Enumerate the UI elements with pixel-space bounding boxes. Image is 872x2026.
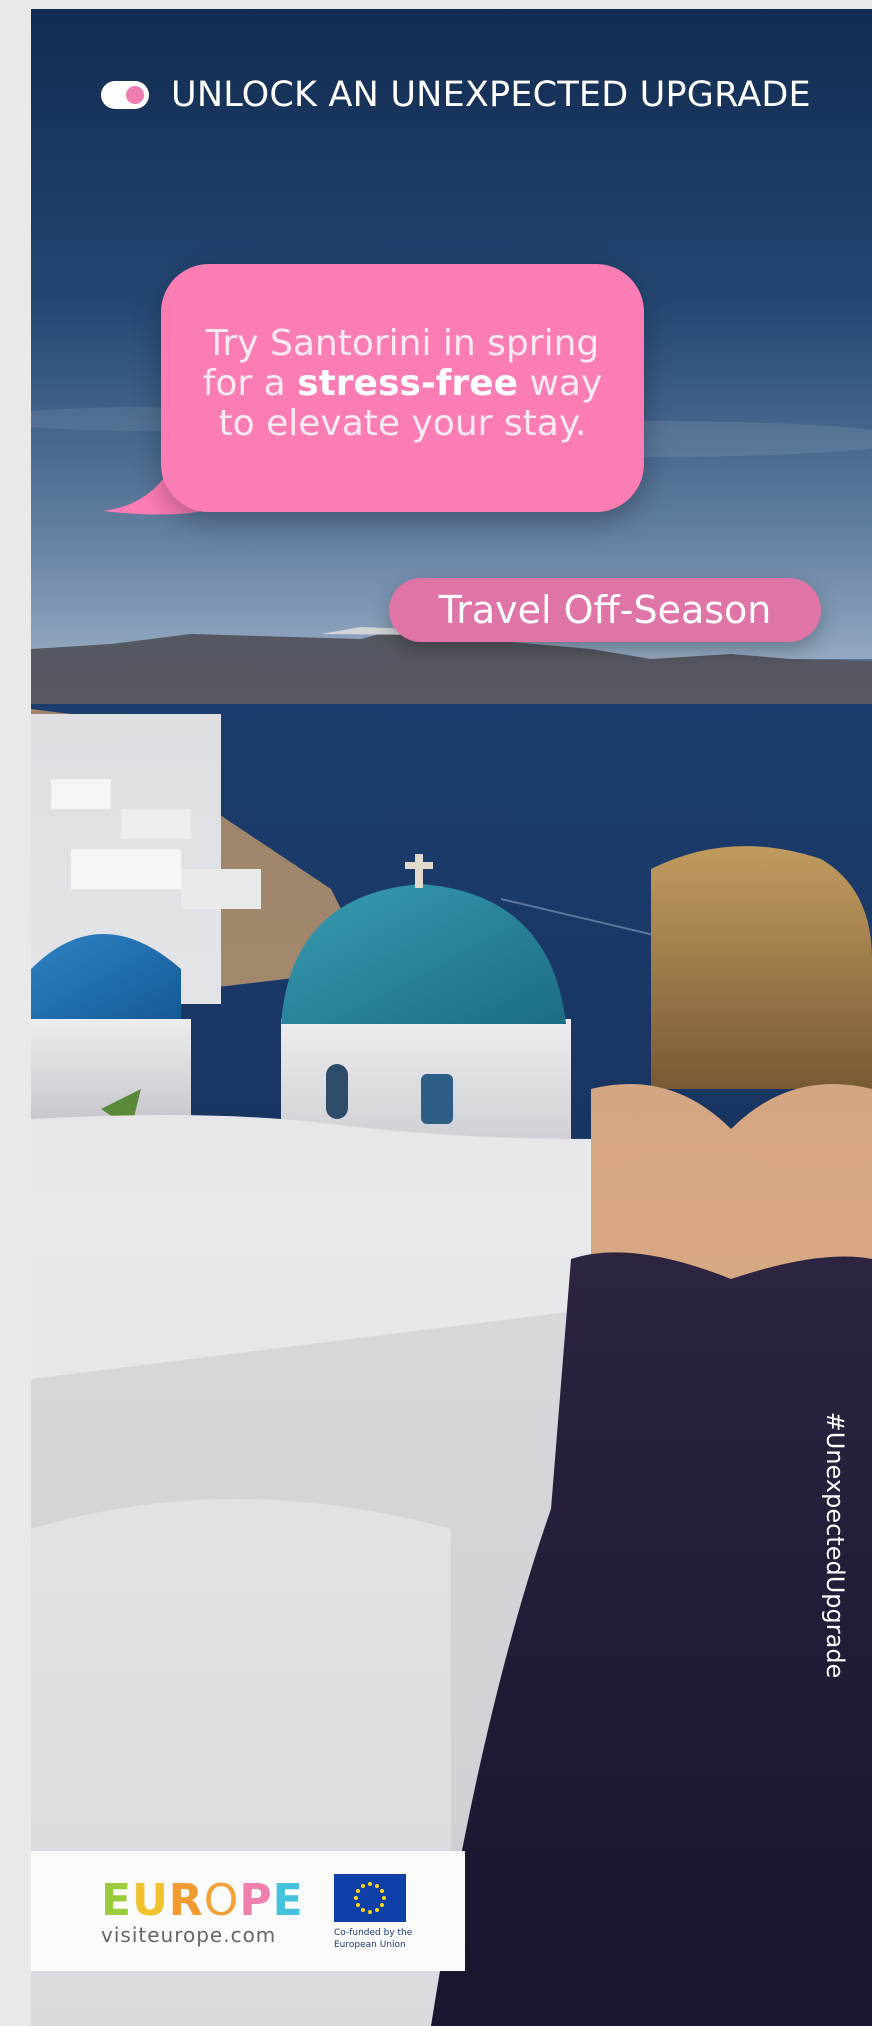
bubble-line-2-pre: for a (202, 363, 298, 404)
bubble-line-2: for a stress-free way (161, 364, 644, 404)
brand-letter: E (272, 1875, 304, 1926)
speech-bubble-text: Try Santorini in spring for a stress-fre… (161, 324, 644, 444)
bubble-line-1: Try Santorini in spring (205, 323, 600, 364)
brand-letter: R (168, 1875, 204, 1926)
site-url[interactable]: visiteurope.com (101, 1923, 276, 1947)
brand-letter: O (203, 1875, 240, 1926)
travel-off-season-button[interactable]: Travel Off-Season (389, 578, 821, 642)
brand-letter: E (101, 1875, 133, 1926)
bubble-line-3: to elevate your stay. (218, 403, 587, 444)
toggle-on-icon (101, 81, 149, 109)
eu-cofunded-text: Co-funded by the European Union (334, 1928, 413, 1950)
toggle-knob (126, 86, 144, 104)
footer-logo-box: EUROPE visiteurope.com Co-funded by the … (31, 1851, 465, 1971)
hashtag: #UnexpectedUpgrade (821, 1411, 849, 1679)
bubble-emphasis: stress-free (297, 363, 519, 404)
bubble-line-2-post: way (518, 363, 603, 404)
brand-letter: U (132, 1875, 169, 1926)
brand-letter: P (239, 1875, 273, 1926)
eu-flag-icon (334, 1874, 406, 1922)
header: UNLOCK AN UNEXPECTED UPGRADE (101, 75, 811, 115)
headline: UNLOCK AN UNEXPECTED UPGRADE (171, 75, 811, 115)
europe-logo[interactable]: EUROPE (101, 1875, 304, 1926)
ad-banner: UNLOCK AN UNEXPECTED UPGRADE Try Santori… (31, 9, 872, 2026)
